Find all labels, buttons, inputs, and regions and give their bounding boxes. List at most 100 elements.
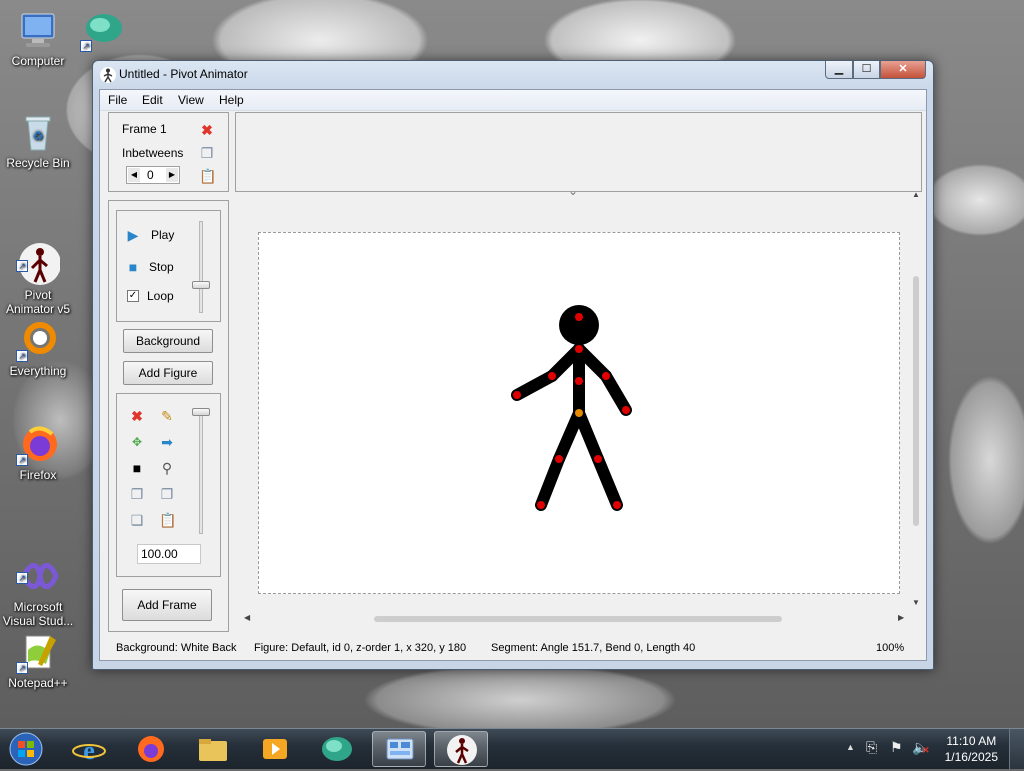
media-player-icon — [263, 739, 287, 759]
vertical-scroll-thumb[interactable] — [913, 276, 919, 526]
show-desktop-button[interactable] — [1009, 729, 1024, 769]
action-center-flag-icon[interactable]: ⚑ — [890, 739, 903, 756]
taskbar-pivot-animator[interactable] — [434, 731, 488, 767]
clock-date: 1/16/2025 — [944, 750, 998, 764]
taskbar-firefox[interactable] — [124, 731, 178, 767]
add-figure-button[interactable]: Add Figure — [123, 361, 213, 385]
bring-forward-icon[interactable]: ❐ — [159, 486, 175, 502]
desktop-icon-firefox[interactable]: ↗ Firefox — [0, 422, 76, 482]
scroll-left-arrow-icon[interactable]: ◀ — [244, 613, 250, 622]
scroll-down-arrow-icon[interactable]: ▼ — [912, 598, 920, 607]
scroll-up-arrow-icon[interactable]: ▲ — [912, 190, 920, 199]
vertical-scrollbar[interactable]: ▲ ▼ — [910, 190, 922, 612]
menu-edit[interactable]: Edit — [142, 93, 163, 107]
menu-file[interactable]: File — [108, 93, 127, 107]
desktop-icon-label: Everything — [9, 364, 67, 378]
start-button[interactable] — [6, 730, 46, 768]
desktop-icon-label: Firefox — [19, 468, 57, 482]
inbetweens-value[interactable]: 0 — [147, 168, 154, 182]
firefox-icon — [138, 736, 164, 762]
folder-icon — [199, 739, 227, 761]
add-frame-button[interactable]: Add Frame — [122, 589, 212, 621]
scale-value-field[interactable]: 100.00 — [137, 544, 201, 564]
visual-studio-icon: ↗ — [16, 540, 60, 589]
delete-figure-icon[interactable]: ✖ — [129, 408, 145, 424]
frame-label: Frame 1 — [122, 122, 167, 136]
desktop-icon-computer[interactable]: Computer — [0, 8, 76, 68]
desktop-icon-visual-studio[interactable]: ↗ Microsoft Visual Stud... — [0, 526, 76, 628]
canvas-area: ⌄ ▲ ▼ ◀ ▶ — [244, 184, 922, 626]
close-button[interactable]: ✕ — [880, 61, 926, 79]
scale-slider-thumb[interactable] — [192, 408, 210, 416]
firefox-icon: ↗ — [16, 422, 60, 466]
inbetweens-label: Inbetweens — [122, 146, 184, 160]
internet-explorer-icon: e — [72, 736, 106, 765]
taskbar-internet-explorer[interactable]: e — [62, 731, 116, 767]
copy-frame-icon[interactable]: ❐ — [199, 145, 215, 161]
desktop-icon-label: Computer — [11, 54, 65, 68]
taskbar-control-panel[interactable] — [372, 731, 426, 767]
flip-figure-icon[interactable]: ➡ — [159, 434, 175, 450]
shortcut-arrow-icon: ↗ — [16, 572, 28, 584]
edit-figure-pencil-icon[interactable]: ✎ — [159, 408, 175, 424]
fps-slider-track[interactable] — [199, 221, 203, 313]
horizontal-scrollbar[interactable]: ◀ ▶ — [244, 612, 910, 626]
frame-timeline[interactable] — [235, 112, 922, 192]
menu-bar: File Edit View Help — [100, 90, 926, 111]
title-bar[interactable]: Untitled - Pivot Animator ▁ ☐ ✕ — [93, 61, 933, 89]
stick-figure[interactable] — [259, 233, 899, 593]
taskbar-app[interactable] — [310, 731, 364, 767]
loop-checkmark-icon[interactable]: ✓ — [127, 290, 139, 302]
desktop-icon-recycle-bin[interactable]: ♻ Recycle Bin — [0, 110, 76, 170]
app-shortcut-icon: ↗ — [80, 8, 124, 52]
menu-help[interactable]: Help — [219, 93, 244, 107]
fps-slider-thumb[interactable] — [192, 281, 210, 289]
muted-x-icon: ✕ — [922, 745, 930, 755]
computer-icon — [16, 8, 60, 52]
paste-figure-icon[interactable]: 📋 — [159, 512, 176, 528]
figure-color-icon[interactable]: ■ — [129, 460, 145, 476]
menu-view[interactable]: View — [178, 93, 204, 107]
tools-panel: ▶ Play ■ Stop ✓ Loop Background Add Figu… — [108, 200, 229, 632]
maximize-button[interactable]: ☐ — [853, 61, 880, 79]
show-hidden-icons-arrow-icon[interactable]: ▲ — [846, 742, 855, 752]
status-background: Background: White Back — [116, 642, 237, 654]
shortcut-arrow-icon: ↗ — [16, 260, 28, 272]
status-segment: Segment: Angle 151.7, Bend 0, Length 40 — [491, 642, 696, 654]
svg-text:e: e — [83, 736, 95, 765]
status-figure: Figure: Default, id 0, z-order 1, x 320,… — [254, 642, 467, 654]
collapse-timeline-chevron-icon[interactable]: ⌄ — [568, 184, 578, 198]
color-picker-icon[interactable]: ⚲ — [159, 460, 175, 476]
decrement-arrow-icon[interactable]: ◀ — [128, 168, 140, 182]
send-backward-icon[interactable]: ❐ — [129, 486, 145, 502]
paste-frame-icon[interactable]: 📋 — [199, 168, 216, 184]
desktop-icon-label: Pivot Animator v5 — [5, 288, 71, 316]
desktop-icon-pivot[interactable]: ↗ Pivot Animator v5 — [0, 214, 76, 316]
system-clock[interactable]: 11:10 AM 1/16/2025 — [945, 733, 998, 765]
desktop-icon-label: Recycle Bin — [6, 156, 70, 170]
scale-slider-track[interactable] — [199, 408, 203, 534]
desktop-icon-shortcut[interactable]: ↗ — [80, 8, 122, 54]
loop-label: Loop — [147, 289, 174, 303]
inbetweens-spinner[interactable]: ◀ 0 ▶ — [126, 166, 180, 184]
scroll-right-arrow-icon[interactable]: ▶ — [898, 613, 904, 622]
taskbar-file-explorer[interactable] — [186, 731, 240, 767]
copy-figure-icon[interactable]: ❏ — [129, 512, 145, 528]
taskbar-media-player[interactable] — [248, 731, 302, 767]
increment-arrow-icon[interactable]: ▶ — [166, 168, 178, 182]
everything-search-icon: ↗ — [16, 318, 60, 362]
origin-joint[interactable] — [575, 409, 583, 417]
minimize-button[interactable]: ▁ — [825, 61, 853, 79]
desktop-icon-everything[interactable]: ↗ Everything — [0, 318, 76, 378]
desktop-icon-notepadpp[interactable]: ↗ Notepad++ — [0, 630, 76, 690]
background-button[interactable]: Background — [123, 329, 213, 353]
network-icon[interactable]: ⎘ — [866, 739, 877, 756]
play-icon: ▶ — [127, 227, 139, 243]
figure-head[interactable] — [559, 305, 599, 345]
horizontal-scroll-thumb[interactable] — [374, 616, 782, 622]
delete-frame-icon[interactable]: ✖ — [199, 122, 215, 138]
shortcut-arrow-icon: ↗ — [80, 40, 92, 52]
status-zoom: 100% — [876, 642, 905, 654]
center-figure-icon[interactable]: ✥ — [129, 434, 145, 450]
animation-stage[interactable] — [258, 232, 900, 594]
